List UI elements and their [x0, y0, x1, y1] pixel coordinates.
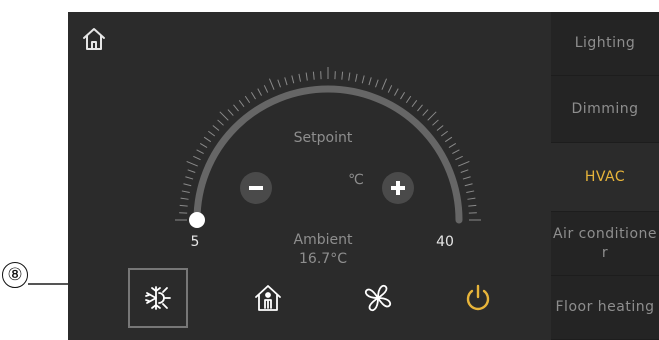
dial-tick [400, 91, 406, 100]
thermostat-dial: 5 40 Setpoint ℃ Ambient 16.7°C [175, 67, 481, 267]
dial-tick [250, 91, 256, 100]
minus-icon [249, 186, 263, 190]
power-button[interactable] [448, 268, 508, 328]
increase-button[interactable] [382, 172, 414, 204]
dial-tick [208, 130, 216, 137]
dial-tick [361, 75, 365, 84]
dial-tick [199, 142, 208, 148]
dial-tick [196, 149, 204, 154]
dial-tick [257, 88, 262, 96]
dial-tick [452, 149, 460, 154]
dial-tick [203, 136, 212, 143]
dial-tick [305, 72, 308, 81]
dial-tick [462, 176, 471, 180]
dial-tick [432, 119, 439, 126]
home-person-icon [255, 285, 281, 311]
dial-tick [444, 136, 453, 143]
dial-tick [181, 190, 190, 193]
dial-knob[interactable] [189, 212, 205, 228]
unit-label: ℃ [348, 172, 364, 188]
dial-tick [394, 88, 399, 96]
dial-tick [277, 79, 281, 88]
callout-number: ⑧ [2, 262, 28, 288]
dial-min-label: 5 [191, 234, 200, 250]
dial-tick [387, 85, 393, 93]
sidebar: Lighting Dimming HVAC Air conditioner Fl… [551, 12, 659, 340]
dial-tick [312, 71, 315, 80]
setpoint-label: Setpoint [294, 130, 353, 146]
sidebar-item-hvac[interactable]: HVAC [551, 143, 659, 212]
sidebar-item-label: Dimming [571, 100, 639, 117]
dial-tick [180, 197, 189, 200]
hvac-control-panel: 5 40 Setpoint ℃ Ambient 16.7°C Lighting … [68, 12, 659, 340]
dial-tick [466, 190, 475, 193]
dial-tick [298, 73, 301, 82]
decrease-button[interactable] [240, 172, 272, 204]
dial-tick [427, 111, 437, 121]
sidebar-item-floor-heating[interactable]: Floor heating [551, 276, 659, 340]
dial-tick [468, 204, 477, 207]
dial-tick [219, 111, 229, 121]
dial-tick [355, 73, 358, 82]
dial-tick [284, 77, 288, 86]
sidebar-item-lighting[interactable]: Lighting [551, 12, 659, 76]
sidebar-item-label: HVAC [584, 168, 626, 185]
dial-tick [458, 160, 470, 167]
power-icon [466, 284, 490, 311]
dial-tick [455, 155, 463, 161]
dial-tick [244, 95, 251, 104]
ambient-label: Ambient [294, 232, 353, 248]
dial-tick [440, 130, 448, 137]
dial-tick [405, 95, 412, 104]
dial-tick [227, 109, 234, 116]
dial-tick [263, 85, 269, 93]
sidebar-item-label: Floor heating [555, 299, 655, 315]
dial-tick [464, 183, 473, 187]
cool-heat-mode-button[interactable] [128, 268, 188, 328]
dial-max-label: 40 [436, 234, 454, 250]
dial-tick [179, 204, 188, 207]
dial-tick [193, 155, 201, 161]
dial-tick [186, 160, 198, 167]
dial-tick [436, 125, 444, 131]
fan-button[interactable] [348, 268, 408, 328]
snowflake-sun-icon [145, 286, 171, 310]
sidebar-item-dimming[interactable]: Dimming [551, 76, 659, 143]
dial-tick [268, 78, 275, 90]
sidebar-item-label: Air conditioner [552, 225, 657, 261]
sidebar-item-air-conditioner[interactable]: Air conditioner [551, 212, 659, 276]
dial-tick [187, 169, 196, 173]
dial-tick [448, 142, 457, 148]
dial-tick [341, 71, 344, 80]
dial-tick [185, 176, 194, 180]
dial-tick [467, 197, 476, 200]
dial-tick [233, 104, 239, 112]
dial-tick [460, 169, 469, 173]
home-mode-button[interactable] [238, 268, 298, 328]
ambient-value: 16.7°C [299, 251, 347, 267]
dial-tick [217, 119, 224, 126]
dial-tick [212, 125, 220, 131]
dial-tick [381, 78, 388, 90]
dial-tick [411, 100, 418, 108]
dial-tick [375, 79, 379, 88]
dial-tick [238, 100, 245, 108]
dial-tick [417, 104, 423, 112]
dial-tick [291, 75, 295, 84]
sidebar-item-label: Lighting [574, 35, 636, 51]
dial-tick [183, 183, 192, 187]
dial-tick [348, 72, 351, 81]
dial-tick [368, 77, 372, 86]
dial-tick [422, 109, 429, 116]
fan-icon [364, 284, 392, 312]
